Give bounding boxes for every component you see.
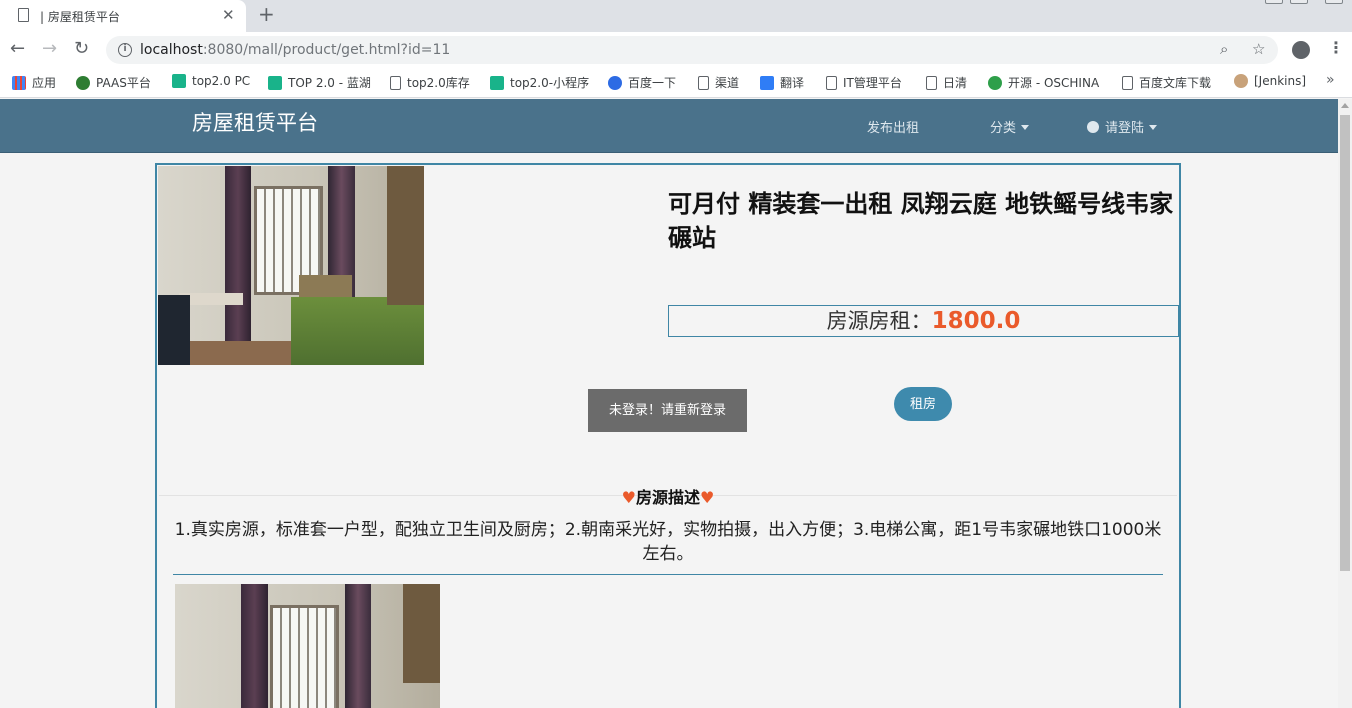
bookmark-label: PAAS平台 — [96, 76, 151, 90]
close-icon[interactable]: ✕ — [222, 6, 235, 24]
heart-icon: ♥ — [621, 488, 636, 507]
caret-down-icon — [1149, 125, 1158, 130]
site-navbar: 房屋租赁平台 发布出租 分类 请登陆 — [0, 99, 1338, 153]
address-bar[interactable]: i localhost:8080/mall/product/get.html?i… — [106, 36, 1278, 64]
bookmark-item[interactable]: 开源 - OSCHINA — [988, 74, 1099, 91]
bookmarks-bar: 应用 PAAS平台 top2.0 PC TOP 2.0 - 蓝湖 top2.0库… — [0, 68, 1352, 98]
nav-login-label: 请登陆 — [1105, 121, 1145, 136]
price-value: 1800.0 — [931, 308, 1021, 334]
bookmark-label: top2.0 PC — [192, 74, 251, 88]
bookmark-item[interactable]: 百度文库下载 — [1122, 74, 1211, 91]
jenkins-icon — [1234, 74, 1248, 88]
baidu-paw-icon — [608, 76, 622, 90]
bookmark-label: 百度文库下载 — [1139, 76, 1212, 90]
heart-icon: ♥ — [700, 488, 715, 507]
description-heading: ♥房源描述♥ — [159, 484, 1177, 508]
product-photo — [158, 166, 424, 365]
play-icon — [490, 76, 504, 90]
bookmark-item[interactable]: [Jenkins] — [1234, 74, 1306, 88]
nav-login-dropdown[interactable]: 请登陆 — [1087, 117, 1158, 136]
zoom-icon[interactable]: ⌕ — [1220, 40, 1228, 58]
scroll-thumb[interactable] — [1340, 115, 1350, 571]
page-icon — [698, 76, 709, 90]
bookmark-label: 日清 — [943, 76, 968, 90]
back-arrow-icon[interactable]: ← — [10, 38, 25, 59]
forward-arrow-icon[interactable]: → — [42, 38, 57, 59]
profile-avatar-icon[interactable] — [1292, 41, 1310, 59]
bookmark-item[interactable]: TOP 2.0 - 蓝湖 — [268, 74, 371, 91]
page-icon — [826, 76, 837, 90]
bookmark-item[interactable]: 翻译 — [760, 74, 804, 91]
page-icon — [1122, 76, 1133, 90]
product-title: 可月付 精装套一出租 凤翔云庭 地铁鳐号线韦家碾站 — [668, 190, 1174, 252]
apps-grid-icon — [12, 76, 26, 90]
paas-logo-icon — [76, 76, 90, 90]
url-text: localhost:8080/mall/product/get.html?id=… — [140, 42, 450, 58]
chevron-right-icon[interactable]: » — [1326, 72, 1335, 88]
price-box: 房源房租：1800.0 — [668, 305, 1179, 337]
bookmark-label: 翻译 — [780, 76, 805, 90]
bookmark-label: top2.0-小程序 — [510, 76, 590, 90]
new-tab-icon[interactable]: + — [258, 2, 275, 26]
bookmark-label: IT管理平台 — [843, 76, 902, 90]
bookmark-label: 渠道 — [715, 76, 740, 90]
page-icon — [18, 8, 29, 22]
site-brand[interactable]: 房屋租赁平台 — [192, 107, 318, 137]
page-icon — [926, 76, 937, 90]
bookmark-item[interactable]: 日清 — [926, 74, 967, 91]
bookmark-item[interactable]: top2.0库存 — [390, 74, 470, 91]
caret-down-icon — [1021, 125, 1030, 130]
nav-category-dropdown[interactable]: 分类 — [990, 117, 1030, 136]
minimize-icon[interactable] — [1265, 0, 1283, 4]
bookmark-item[interactable]: 百度一下 — [608, 74, 676, 91]
browser-tab[interactable]: | 房屋租赁平台 ✕ — [0, 0, 246, 32]
page-scrollbar[interactable] — [1338, 99, 1352, 708]
bookmark-label: 应用 — [32, 76, 57, 90]
description-section: ♥房源描述♥ 1.真实房源，标准套一户型，配独立卫生间及厨房；2.朝南采光好，实… — [159, 488, 1177, 708]
bookmark-item[interactable]: 应用 — [12, 74, 56, 91]
star-icon[interactable]: ☆ — [1252, 40, 1265, 58]
divider — [173, 574, 1163, 575]
info-icon[interactable]: i — [118, 43, 132, 57]
window-close-icon[interactable] — [1325, 0, 1343, 4]
maximize-icon[interactable] — [1290, 0, 1308, 4]
bookmark-label: 百度一下 — [628, 76, 677, 90]
scroll-up-icon[interactable] — [1341, 103, 1349, 108]
login-toast: 未登录！请重新登录 — [588, 389, 747, 432]
bookmark-item[interactable]: top2.0 PC — [172, 74, 250, 88]
page-viewport: 房屋租赁平台 发布出租 分类 请登陆 可月付 精装套一出租 凤翔云庭 地铁鳐号线… — [0, 99, 1338, 708]
rent-button[interactable]: 租房 — [894, 387, 952, 421]
translate-icon — [760, 76, 774, 90]
description-text: 1.真实房源，标准套一户型，配独立卫生间及厨房；2.朝南采光好，实物拍摄，出入方… — [174, 520, 1162, 564]
bookmark-label: [Jenkins] — [1254, 74, 1307, 88]
product-panel: 可月付 精装套一出租 凤翔云庭 地铁鳐号线韦家碾站 房源房租：1800.0 未登… — [155, 163, 1181, 708]
play-icon — [268, 76, 282, 90]
menu-dots-icon[interactable]: ⋮ — [1328, 38, 1344, 57]
play-icon — [172, 74, 186, 88]
price-label: 房源房租： — [826, 309, 932, 333]
bookmark-item[interactable]: top2.0-小程序 — [490, 74, 589, 91]
oschina-icon — [988, 76, 1002, 90]
user-circle-icon — [1087, 121, 1099, 133]
bookmark-label: TOP 2.0 - 蓝湖 — [288, 76, 371, 90]
browser-toolbar: ← → ↻ i localhost:8080/mall/product/get.… — [0, 32, 1352, 68]
url-path: :8080/mall/product/get.html?id=11 — [202, 42, 451, 58]
reload-icon[interactable]: ↻ — [74, 38, 89, 59]
bookmark-item[interactable]: 渠道 — [698, 74, 739, 91]
bookmark-label: top2.0库存 — [407, 76, 470, 90]
url-host: localhost — [140, 42, 203, 58]
bookmark-label: 开源 - OSCHINA — [1008, 76, 1100, 90]
page-icon — [390, 76, 401, 90]
description-heading-label: 房源描述 — [635, 488, 700, 507]
nav-category-label: 分类 — [990, 121, 1017, 136]
nav-publish-link[interactable]: 发布出租 — [867, 117, 919, 136]
bookmark-item[interactable]: PAAS平台 — [76, 74, 151, 91]
tab-title: | 房屋租赁平台 — [40, 10, 120, 24]
browser-tabstrip: | 房屋租赁平台 ✕ + — [0, 0, 1352, 32]
description-photo — [175, 584, 440, 708]
bookmark-item[interactable]: IT管理平台 — [826, 74, 902, 91]
